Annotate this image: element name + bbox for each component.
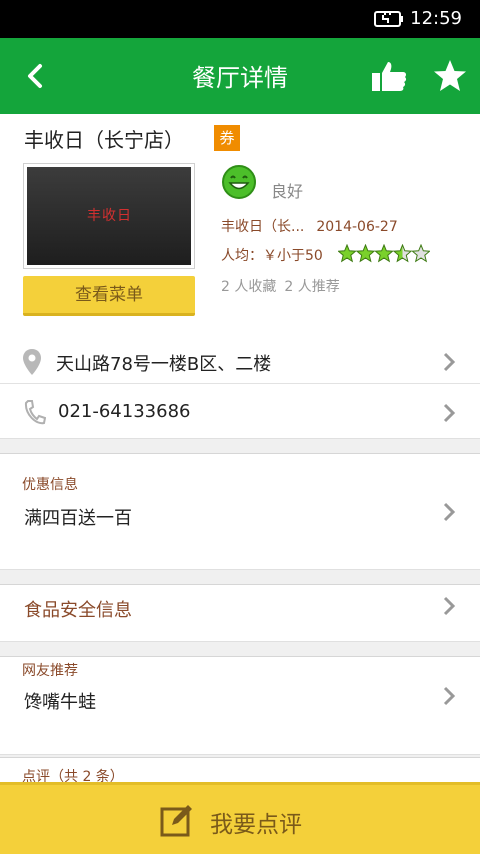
rating-star [411, 244, 430, 263]
branch-short-name: 丰收日（长... [221, 219, 305, 235]
location-pin-icon [23, 349, 41, 375]
promo-value: 满四百送一百 [24, 508, 132, 529]
average-price: 人均：￥小于50 [221, 248, 323, 264]
chevron-right-icon [443, 686, 456, 706]
promo-section[interactable]: 优惠信息 满四百送一百 [0, 454, 480, 568]
view-menu-button[interactable]: 查看菜单 [23, 276, 195, 316]
chevron-right-icon [443, 596, 456, 616]
coupon-badge[interactable]: 券 [214, 125, 240, 151]
rating-star [355, 244, 376, 263]
write-review-label: 我要点评 [210, 812, 302, 838]
write-review-bar[interactable]: 我要点评 [0, 782, 480, 854]
recommend-label: 网友推荐 [22, 663, 78, 679]
food-safety-label: 食品安全信息 [24, 600, 132, 621]
battery-charging-icon [374, 11, 403, 27]
edit-pen-icon [160, 805, 192, 837]
rating-star [374, 244, 394, 263]
recommend-value: 馋嘴牛蛙 [24, 692, 96, 713]
star-rating [338, 244, 430, 263]
smiley-face-icon [222, 165, 256, 199]
food-safety-row[interactable]: 食品安全信息 [0, 586, 480, 640]
photo-sign-text: 丰收日 [87, 208, 132, 224]
recommends-count: 2 人推荐 [284, 279, 340, 295]
thumbs-up-icon[interactable] [370, 58, 408, 94]
section-divider [0, 438, 480, 454]
favorites-count: 2 人收藏 [221, 279, 277, 295]
status-bar: 12:59 [0, 0, 480, 38]
chevron-right-icon [443, 403, 456, 423]
phone-number: 021-64133686 [58, 401, 191, 422]
phone-row[interactable]: 021-64133686 [0, 385, 480, 437]
branch-date-line: 丰收日（长... 2014-06-27 [221, 216, 398, 236]
app-bar: 餐厅详情 [0, 38, 480, 114]
clock: 12:59 [410, 8, 462, 29]
address-text: 天山路78号一楼B区、二楼 [56, 354, 272, 375]
chevron-right-icon [443, 502, 456, 522]
rating-star [392, 244, 413, 263]
rating-star [338, 244, 357, 263]
rating-word: 良好 [271, 182, 304, 201]
address-row[interactable]: 天山路78号一楼B区、二楼 [0, 338, 480, 384]
social-counts: 2 人收藏 2 人推荐 [221, 276, 348, 296]
promo-label: 优惠信息 [22, 477, 78, 493]
review-date: 2014-06-27 [316, 219, 398, 235]
recommend-section[interactable]: 网友推荐 馋嘴牛蛙 [0, 658, 480, 754]
page-title: 餐厅详情 [192, 64, 288, 92]
chevron-right-icon [443, 352, 456, 372]
phone-icon [24, 400, 46, 425]
section-divider [0, 641, 480, 657]
restaurant-photo[interactable]: 丰收日 [23, 163, 195, 269]
favorite-star-icon[interactable] [432, 58, 468, 94]
section-divider [0, 569, 480, 585]
restaurant-name: 丰收日（长宁店） [24, 128, 184, 152]
